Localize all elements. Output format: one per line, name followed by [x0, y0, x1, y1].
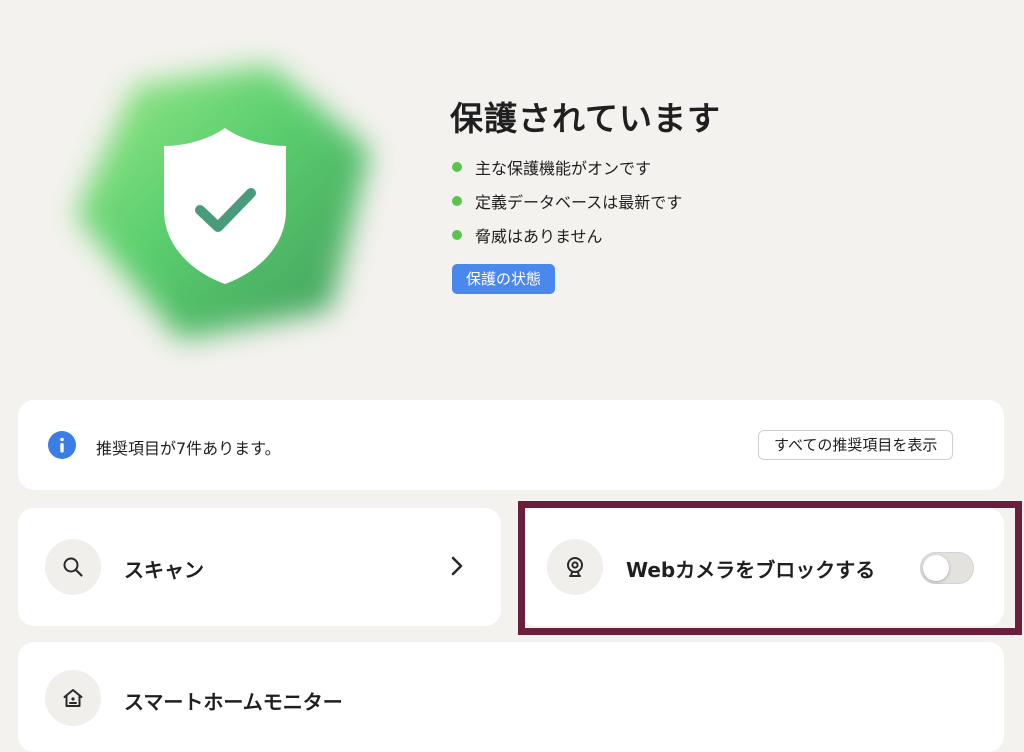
protection-status-button[interactable]: 保護の状態	[452, 264, 556, 294]
status-item-text: 主な保護機能がオンです	[475, 159, 652, 178]
scan-card[interactable]: スキャン	[18, 508, 501, 626]
status-item-text: 脅威はありません	[475, 227, 603, 246]
status-item-text: 定義データベースは最新です	[475, 193, 683, 212]
status-dot-icon	[452, 230, 462, 240]
webcam-block-toggle[interactable]	[920, 552, 974, 584]
webcam-block-card: Webカメラをブロックする	[520, 508, 1004, 626]
info-icon	[48, 431, 76, 459]
status-item: 定義データベースは最新です	[452, 184, 682, 218]
status-dot-icon	[452, 196, 462, 206]
scan-label: スキャン	[124, 558, 204, 582]
smart-home-monitor-card[interactable]: スマートホームモニター	[18, 642, 1004, 752]
status-item: 主な保護機能がオンです	[452, 150, 682, 184]
recommendations-text: 推奨項目が7件あります。	[96, 439, 281, 458]
protection-status-graphic	[40, 40, 410, 360]
status-list: 主な保護機能がオンです 定義データベースは最新です 脅威はありません	[452, 150, 682, 252]
status-item: 脅威はありません	[452, 218, 682, 252]
show-all-recommendations-button[interactable]: すべての推奨項目を表示	[758, 430, 954, 460]
recommendations-card: 推奨項目が7件あります。 すべての推奨項目を表示	[18, 400, 1004, 490]
webcam-block-label: Webカメラをブロックする	[626, 558, 876, 582]
chevron-right-icon	[446, 554, 468, 578]
search-icon	[45, 539, 101, 595]
home-icon	[45, 670, 101, 726]
toggle-knob	[923, 555, 949, 581]
status-dot-icon	[452, 162, 462, 172]
webcam-icon	[547, 539, 603, 595]
shield-check-icon	[162, 126, 288, 286]
smart-home-monitor-label: スマートホームモニター	[124, 690, 343, 714]
page-title: 保護されています	[450, 99, 722, 138]
